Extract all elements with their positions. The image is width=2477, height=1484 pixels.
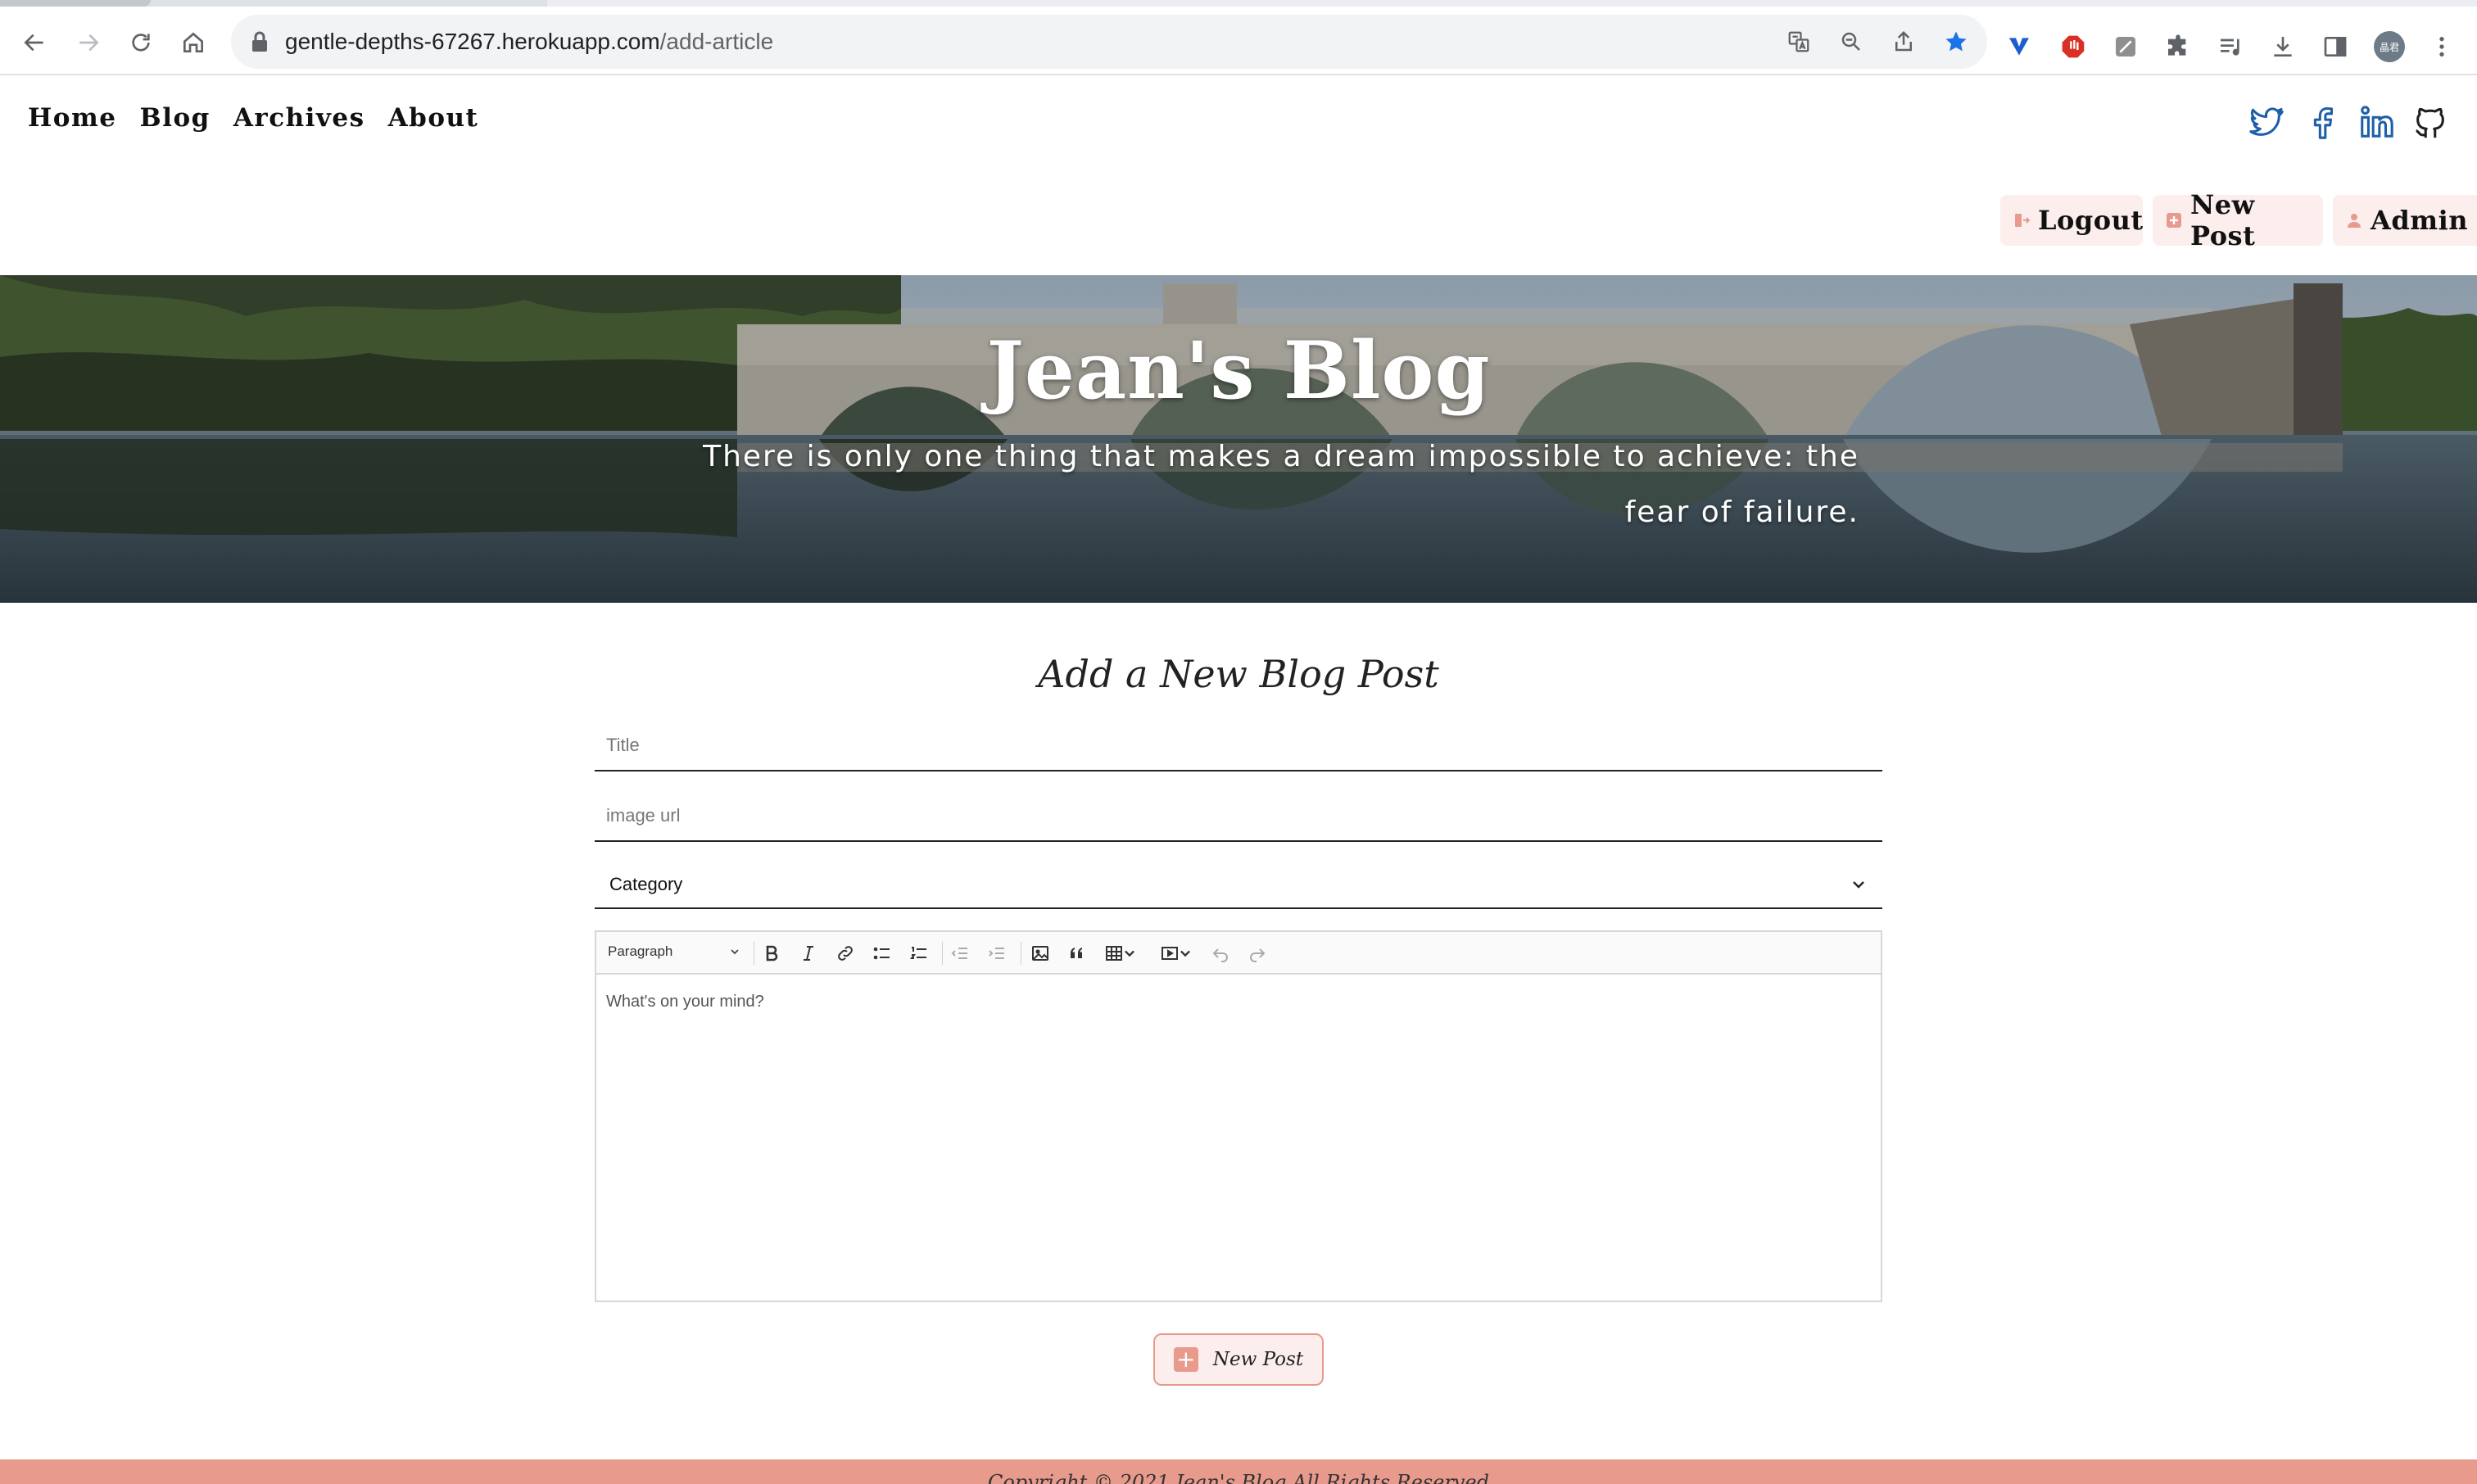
copyright-text: Copyright © 2021 Jean's Blog All Rights … [987,1471,1490,1484]
outdent-icon[interactable] [949,942,971,965]
media-control-icon[interactable] [2215,31,2246,62]
active-tab[interactable] [0,0,151,7]
facebook-icon[interactable] [2302,102,2343,143]
logout-label: Logout [2038,205,2144,236]
toolbar-divider [942,942,943,965]
image-url-input[interactable] [595,791,1882,840]
address-bar[interactable]: gentle-depths-67267.herokuapp.com/add-ar… [231,15,1987,69]
hero-banner: Jean's Blog There is only one thing that… [0,275,2477,603]
background-tab[interactable] [547,0,2477,7]
tab-strip [0,0,2477,7]
bold-icon[interactable] [760,942,783,965]
zoom-icon[interactable] [1836,27,1866,57]
bookmark-star-icon[interactable] [1941,27,1971,57]
adblock-icon[interactable] [2058,31,2089,62]
image-url-field [595,791,1882,842]
category-value: Category [609,874,683,894]
download-icon[interactable] [2267,31,2298,62]
logout-icon [2013,212,2030,228]
title-field [595,721,1882,771]
add-post-icon [2166,212,2182,228]
extension-v-icon[interactable] [2004,31,2035,62]
profile-label: 晶君 [2374,31,2405,62]
lock-icon [251,31,269,52]
undo-icon[interactable] [1209,942,1232,965]
category-select[interactable]: Category [595,862,1882,909]
puzzle-extensions-icon[interactable] [2162,31,2194,62]
paragraph-format-dropdown[interactable]: Paragraph [608,943,672,960]
site-nav: Home Blog Archives About [28,103,478,133]
github-icon[interactable] [2410,102,2451,143]
chevron-down-icon [731,949,739,955]
user-icon [2346,212,2362,228]
title-input[interactable] [595,721,1882,770]
translate-icon[interactable] [1784,27,1814,57]
linkedin-icon[interactable] [2356,102,2397,143]
reload-button[interactable] [123,25,159,61]
chevron-down-icon[interactable] [1178,942,1193,965]
plus-icon: + [1173,1347,1198,1372]
url-text: gentle-depths-67267.herokuapp.com/add-ar… [285,29,774,54]
nav-archives[interactable]: Archives [233,103,365,133]
editor-placeholder: What's on your mind? [606,993,764,1011]
profile-avatar[interactable]: 晶君 [2374,31,2405,62]
home-button[interactable] [175,25,211,61]
forward-button[interactable] [70,25,106,61]
chevron-down-icon[interactable] [1122,942,1137,965]
blockquote-icon[interactable] [1066,942,1089,965]
indent-icon[interactable] [985,942,1008,965]
share-icon[interactable] [1889,27,1918,57]
nav-about[interactable]: About [388,103,479,133]
image-icon[interactable] [1029,942,1052,965]
editor-toolbar: Paragraph [596,932,1881,975]
browser-toolbar: gentle-depths-67267.herokuapp.com/add-ar… [0,7,2477,75]
tagline-line-2: fear of failure. [1624,495,1859,529]
submit-label: New Post [1212,1349,1304,1370]
numbered-list-icon[interactable] [908,942,931,965]
blog-tagline: There is only one thing that makes a dre… [688,429,1859,541]
side-panel-icon[interactable] [2320,31,2351,62]
new-post-nav-label: New Post [2190,189,2256,251]
tagline-line-1: There is only one thing that makes a dre… [703,440,1859,473]
new-post-nav-button[interactable]: New Post [2153,189,2323,251]
twitter-icon[interactable] [2246,102,2287,143]
nav-blog[interactable]: Blog [140,103,211,133]
back-button[interactable] [16,25,52,61]
nav-home[interactable]: Home [28,103,117,133]
redo-icon[interactable] [1246,942,1269,965]
extension-box-icon[interactable] [2110,31,2141,62]
blog-title: Jean's Blog [986,324,1491,417]
rich-text-editor: Paragraph What's on your mind? [595,930,1882,1302]
bulleted-list-icon[interactable] [871,942,894,965]
italic-icon[interactable] [797,942,820,965]
submit-new-post-button[interactable]: + New Post [1153,1333,1324,1386]
logout-button[interactable]: Logout [2000,195,2143,246]
admin-label: Admin [2371,205,2468,236]
chevron-down-icon [1850,875,1868,894]
kebab-menu-icon[interactable] [2426,31,2457,62]
editor-content-area[interactable]: What's on your mind? [596,975,1881,1029]
footer: Copyright © 2021 Jean's Blog All Rights … [0,1459,2477,1484]
page-title: Add a New Blog Post [1038,652,1439,696]
link-icon[interactable] [834,942,857,965]
admin-button[interactable]: Admin [2333,195,2477,246]
